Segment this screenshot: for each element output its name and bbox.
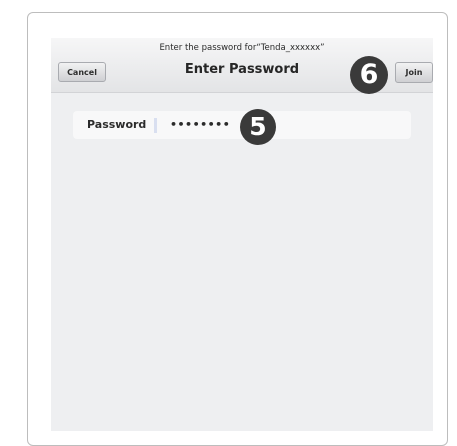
step-5-callout: 5 (240, 109, 276, 145)
step-6-callout: 6 (350, 56, 388, 94)
password-input[interactable]: •••••••• (170, 111, 230, 138)
password-label: Password (87, 118, 147, 131)
password-prompt: Enter the password for“Tenda_xxxxxx” (159, 43, 325, 53)
enter-password-dialog: Enter the password for“Tenda_xxxxxx” Can… (51, 38, 433, 431)
join-button[interactable]: Join (395, 62, 433, 83)
content-area (51, 93, 433, 431)
text-cursor (154, 118, 157, 133)
